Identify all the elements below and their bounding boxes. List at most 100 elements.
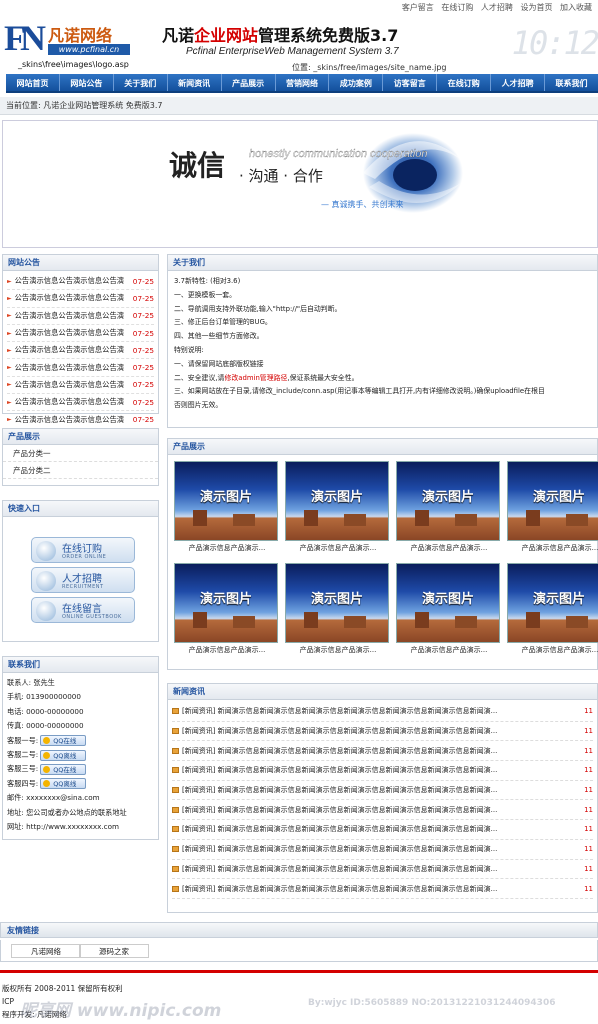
footer-divider (0, 970, 598, 973)
news-item[interactable]: [新闻资讯] 新闻演示信息新闻演示信息新闻演示信息新闻演示信息新闻演示信息新闻演… (172, 840, 593, 860)
nav-news[interactable]: 新闻资讯 (168, 74, 222, 91)
notice-item[interactable]: ► 公告演示信息公告演示信息公告演 07-25 (7, 325, 154, 343)
quick-guestbook-button[interactable]: 在线留言 ONLINE GUESTBOOK (31, 597, 135, 623)
notice-item[interactable]: ► 公告演示信息公告演示信息公告演 07-25 (7, 411, 154, 429)
notice-item[interactable]: ► 公告演示信息公告演示信息公告演 07-25 (7, 308, 154, 325)
nav-order[interactable]: 在线订购 (437, 74, 492, 91)
quick-jobs-button[interactable]: 人才招聘 RECRUITMENT (31, 567, 135, 593)
product-image[interactable]: 演示图片 (285, 563, 389, 643)
notice-item[interactable]: ► 公告演示信息公告演示信息公告演 07-25 (7, 290, 154, 308)
news-icon (172, 787, 179, 794)
product-category-item[interactable]: 产品分类一 (3, 445, 158, 462)
contact-email: 邮件: xxxxxxxx@sina.com (7, 793, 100, 803)
product-image[interactable]: 演示图片 (396, 461, 500, 541)
top-link-set-home[interactable]: 设为首页 (520, 3, 552, 12)
nav-guestbook[interactable]: 访客留言 (383, 74, 438, 91)
qq-online-button[interactable]: QQ在线 (40, 764, 87, 776)
about-admin-path-link[interactable]: 修改admin管理路径 (224, 374, 287, 382)
product-card[interactable]: 演示图片 产品演示信息产品演示... (174, 461, 280, 557)
nav-home[interactable]: 网站首页 (6, 74, 60, 91)
news-icon (172, 747, 179, 754)
nav-about[interactable]: 关于我们 (114, 74, 168, 91)
product-image[interactable]: 演示图片 (396, 563, 500, 643)
product-caption[interactable]: 产品演示信息产品演示... (174, 541, 280, 555)
top-link-favorite[interactable]: 加入收藏 (560, 3, 592, 12)
qq-offline-button[interactable]: QQ离线 (40, 749, 87, 761)
logo-path-text: _skins\free\images\logo.asp (18, 60, 129, 69)
friend-link[interactable]: 源码之家 (79, 944, 149, 958)
notice-item[interactable]: ► 公告演示信息公告演示信息公告演 07-25 (7, 273, 154, 291)
notice-item[interactable]: ► 公告演示信息公告演示信息公告演 07-25 (7, 377, 154, 395)
nav-notice[interactable]: 网站公告 (60, 74, 114, 91)
bullet-icon: ► (7, 312, 12, 320)
product-image[interactable]: 演示图片 (507, 461, 598, 541)
product-image[interactable]: 演示图片 (174, 461, 278, 541)
about-content: 3.7新特性: (相对3.6) 一、更换模板一套。 二、导航调用支持外联功能,输… (168, 271, 597, 417)
contact-fax: 传真: 0000-00000000 (7, 721, 84, 731)
news-item[interactable]: [新闻资讯] 新闻演示信息新闻演示信息新闻演示信息新闻演示信息新闻演示信息新闻演… (172, 722, 593, 742)
product-card[interactable]: 演示图片 产品演示信息产品演示... (507, 461, 598, 557)
main-nav: 网站首页 网站公告 关于我们 新闻资讯 产品展示 营销网络 成功案例 访客留言 … (6, 74, 598, 93)
product-caption[interactable]: 产品演示信息产品演示... (396, 643, 502, 657)
site-title: 凡诺企业网站管理系统免费版3.7 (162, 22, 398, 46)
news-item[interactable]: [新闻资讯] 新闻演示信息新闻演示信息新闻演示信息新闻演示信息新闻演示信息新闻演… (172, 781, 593, 801)
news-item[interactable]: [新闻资讯] 新闻演示信息新闻演示信息新闻演示信息新闻演示信息新闻演示信息新闻演… (172, 702, 593, 722)
order-icon (36, 541, 56, 561)
news-text: [新闻资讯] 新闻演示信息新闻演示信息新闻演示信息新闻演示信息新闻演示信息新闻演… (182, 884, 498, 893)
about-line: 四、其他一些细节方面修改。 (174, 332, 264, 341)
product-card[interactable]: 演示图片 产品演示信息产品演示... (174, 563, 280, 659)
notice-date: 07-25 (132, 363, 154, 373)
top-link-message[interactable]: 客户留言 (402, 3, 434, 12)
notice-item[interactable]: ► 公告演示信息公告演示信息公告演 07-25 (7, 342, 154, 360)
friend-link[interactable]: 凡诺网络 (11, 944, 81, 958)
news-item[interactable]: [新闻资讯] 新闻演示信息新闻演示信息新闻演示信息新闻演示信息新闻演示信息新闻演… (172, 800, 593, 821)
qq-offline-button[interactable]: QQ离线 (40, 778, 87, 790)
news-item[interactable]: [新闻资讯] 新闻演示信息新闻演示信息新闻演示信息新闻演示信息新闻演示信息新闻演… (172, 820, 593, 840)
logo[interactable]: FN 凡诺网络 www.pcfinal.cn (4, 18, 130, 58)
about-line: 二、导航调用支持外联功能,输入"http://"后自动判断。 (174, 304, 342, 313)
service-label: 客服一号: (7, 735, 39, 745)
news-text: [新闻资讯] 新闻演示信息新闻演示信息新闻演示信息新闻演示信息新闻演示信息新闻演… (182, 825, 498, 834)
top-links: 客户留言 在线订购 人才招聘 设为首页 加入收藏 (397, 2, 592, 13)
qq-online-button[interactable]: QQ在线 (40, 735, 87, 747)
product-caption[interactable]: 产品演示信息产品演示... (396, 541, 502, 555)
nav-contact[interactable]: 联系我们 (545, 74, 598, 91)
product-image[interactable]: 演示图片 (507, 563, 598, 643)
product-caption[interactable]: 产品演示信息产品演示... (285, 541, 391, 555)
product-caption[interactable]: 产品演示信息产品演示... (507, 541, 598, 555)
service-label: 客服三号: (7, 764, 39, 774)
top-link-jobs[interactable]: 人才招聘 (481, 3, 513, 12)
product-card[interactable]: 演示图片 产品演示信息产品演示... (285, 461, 391, 557)
product-caption[interactable]: 产品演示信息产品演示... (507, 643, 598, 657)
notice-date: 07-25 (132, 380, 154, 390)
notice-item[interactable]: ► 公告演示信息公告演示信息公告演 07-25 (7, 359, 154, 377)
notice-date: 07-25 (132, 415, 154, 425)
news-item[interactable]: [新闻资讯] 新闻演示信息新闻演示信息新闻演示信息新闻演示信息新闻演示信息新闻演… (172, 761, 593, 781)
about-panel: 关于我们 3.7新特性: (相对3.6) 一、更换模板一套。 二、导航调用支持外… (167, 254, 598, 428)
bullet-icon: ► (7, 294, 12, 302)
news-item[interactable]: [新闻资讯] 新闻演示信息新闻演示信息新闻演示信息新闻演示信息新闻演示信息新闻演… (172, 860, 593, 880)
notice-item[interactable]: ► 公告演示信息公告演示信息公告演 07-25 (7, 394, 154, 412)
nav-cases[interactable]: 成功案例 (329, 74, 384, 91)
nav-products[interactable]: 产品展示 (222, 74, 276, 91)
product-card[interactable]: 演示图片 产品演示信息产品演示... (396, 563, 502, 659)
news-item[interactable]: [新闻资讯] 新闻演示信息新闻演示信息新闻演示信息新闻演示信息新闻演示信息新闻演… (172, 741, 593, 762)
nav-network[interactable]: 营销网络 (276, 74, 330, 91)
butte-shape (455, 616, 477, 628)
about-line: 一、请保留网站底部版权链接 (174, 359, 264, 368)
product-card[interactable]: 演示图片 产品演示信息产品演示... (507, 563, 598, 659)
notice-text: 公告演示信息公告演示信息公告演 (14, 276, 125, 286)
product-card[interactable]: 演示图片 产品演示信息产品演示... (285, 563, 391, 659)
news-text: [新闻资讯] 新闻演示信息新闻演示信息新闻演示信息新闻演示信息新闻演示信息新闻演… (182, 766, 498, 775)
news-item[interactable]: [新闻资讯] 新闻演示信息新闻演示信息新闻演示信息新闻演示信息新闻演示信息新闻演… (172, 879, 593, 899)
product-image[interactable]: 演示图片 (174, 563, 278, 643)
product-category-item[interactable]: 产品分类二 (3, 462, 158, 479)
product-card[interactable]: 演示图片 产品演示信息产品演示... (396, 461, 502, 557)
nav-jobs[interactable]: 人才招聘 (491, 74, 546, 91)
product-caption[interactable]: 产品演示信息产品演示... (174, 643, 280, 657)
header: FN 凡诺网络 www.pcfinal.cn _skins\free\image… (0, 14, 598, 72)
top-link-order[interactable]: 在线订购 (441, 3, 473, 12)
product-caption[interactable]: 产品演示信息产品演示... (285, 643, 391, 657)
product-image[interactable]: 演示图片 (285, 461, 389, 541)
quick-order-button[interactable]: 在线订购 ORDER ONLINE (31, 537, 135, 563)
